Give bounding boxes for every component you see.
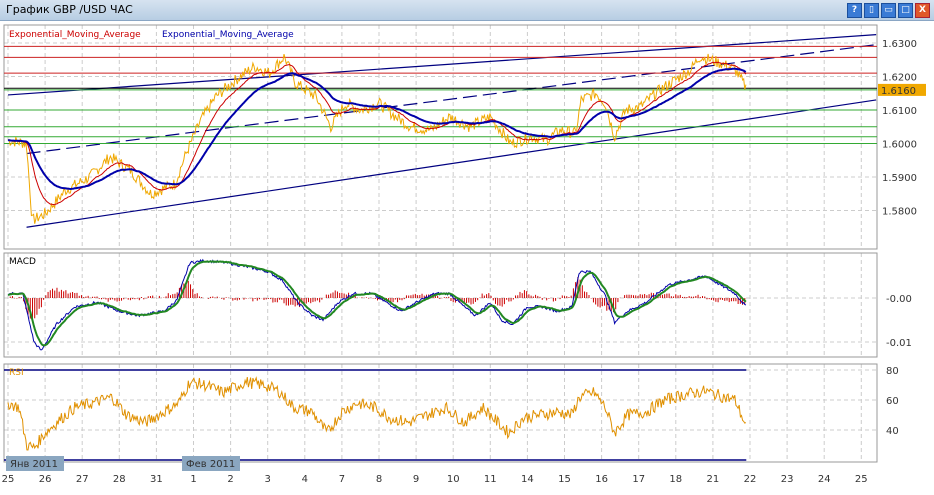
- x-tick-label: 2: [227, 474, 233, 485]
- x-tick-label: 25: [2, 474, 15, 485]
- rsi-tick-label: 60: [886, 396, 899, 407]
- rsi-tick-label: 80: [886, 366, 899, 377]
- window-titlebar: График GBP /USD ЧАС ? ▯ ▭ □ X: [0, 0, 934, 21]
- macd-line: [7, 258, 747, 351]
- tile-button[interactable]: ▯: [864, 3, 879, 18]
- x-tick-label: 24: [818, 474, 831, 485]
- window-title: График GBP /USD ЧАС: [6, 3, 133, 16]
- rsi-line: [7, 376, 747, 451]
- x-tick-label: 4: [302, 474, 308, 485]
- month-label: Янв 2011: [10, 459, 58, 470]
- x-tick-label: 31: [150, 474, 163, 485]
- x-tick-label: 1: [190, 474, 196, 485]
- x-tick-label: 16: [595, 474, 608, 485]
- macd-panel: [3, 252, 878, 358]
- x-tick-label: 28: [113, 474, 126, 485]
- macd-signal-line: [7, 260, 747, 347]
- macd-title: MACD: [9, 257, 36, 267]
- macd-tick-label: -0.01: [886, 338, 912, 349]
- x-tick-label: 15: [558, 474, 571, 485]
- x-tick-label: 25: [855, 474, 868, 485]
- x-tick-label: 7: [339, 474, 345, 485]
- month-label: Фев 2011: [186, 459, 235, 470]
- legend-ema-blue: Exponential_Moving_Average: [162, 30, 294, 40]
- minimize-button[interactable]: ▭: [881, 3, 896, 18]
- x-tick-label: 21: [707, 474, 720, 485]
- y-tick-label: 1.6300: [882, 39, 917, 50]
- x-tick-label: 23: [781, 474, 794, 485]
- y-tick-label: 1.5900: [882, 173, 917, 184]
- chart-canvas[interactable]: 1.6300 1.6200 1.6100 1.6000 1.5900 1.5800 -0.0…: [0, 20, 934, 495]
- x-tick-label: 14: [521, 474, 534, 485]
- x-tick-label: 18: [669, 474, 682, 485]
- legend-ema-red: Exponential_Moving_Average: [9, 30, 141, 40]
- x-tick-label: 10: [447, 474, 460, 485]
- y-tick-label: 1.6000: [882, 140, 917, 151]
- ema-red-series: [7, 61, 747, 206]
- y-tick-label: 1.5800: [882, 207, 917, 218]
- x-tick-label: 22: [744, 474, 757, 485]
- current-price-label: 1.6160: [881, 86, 916, 97]
- macd-tick-label: -0.00: [886, 294, 912, 305]
- y-tick-label: 1.6200: [882, 73, 917, 84]
- x-tick-label: 3: [265, 474, 271, 485]
- x-tick-label: 17: [632, 474, 645, 485]
- price-series: [7, 53, 747, 224]
- x-tick-label: 9: [413, 474, 419, 485]
- x-tick-label: 8: [376, 474, 382, 485]
- x-tick-label: 26: [39, 474, 52, 485]
- rsi-tick-label: 40: [886, 426, 899, 437]
- maximize-button[interactable]: □: [898, 3, 913, 18]
- close-button[interactable]: X: [915, 3, 930, 18]
- rsi-title: RSI: [9, 368, 24, 378]
- help-button[interactable]: ?: [847, 3, 862, 18]
- x-tick-label: 27: [76, 474, 89, 485]
- y-tick-label: 1.6100: [882, 106, 917, 117]
- x-tick-label: 11: [484, 474, 497, 485]
